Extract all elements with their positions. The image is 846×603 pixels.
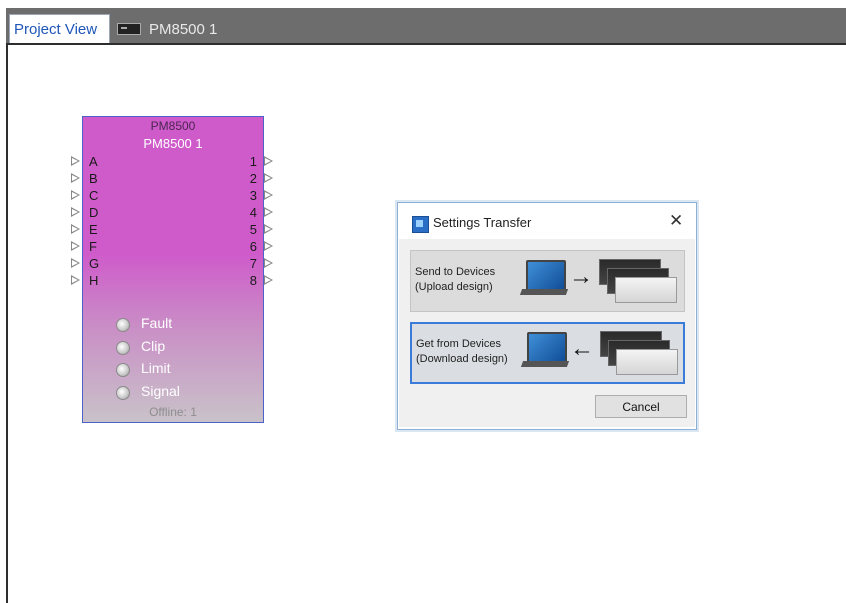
input-port-label: G	[89, 256, 100, 271]
output-port-5-connector[interactable]	[264, 224, 273, 234]
input-port-d-connector[interactable]	[71, 207, 80, 217]
input-port-a-connector[interactable]	[71, 156, 80, 166]
input-port-e-connector[interactable]	[71, 224, 80, 234]
input-port-label: B	[89, 171, 98, 186]
fault-led-icon	[116, 318, 130, 332]
input-port-h-connector[interactable]	[71, 275, 80, 285]
output-port-label: 6	[249, 239, 257, 254]
right-arrow-icon: →	[569, 263, 593, 290]
output-port-6-connector[interactable]	[264, 241, 273, 251]
tab-pm8500-1[interactable]: PM8500 1	[117, 18, 217, 40]
device-status: Offline: 1	[149, 405, 197, 419]
canvas-left-border	[6, 45, 8, 603]
output-port-2-connector[interactable]	[264, 173, 273, 183]
output-port-label: 8	[249, 273, 257, 288]
output-port-1-connector[interactable]	[264, 156, 273, 166]
device-name: PM8500 1	[143, 136, 203, 151]
input-port-label: A	[89, 154, 98, 169]
tab-strip: Project View PM8500 1	[0, 0, 846, 44]
send-to-devices-button[interactable]: Send to Devices (Upload design) →	[410, 250, 685, 312]
limit-label: Limit	[141, 360, 171, 376]
clip-label: Clip	[141, 338, 166, 354]
output-port-label: 4	[249, 205, 257, 220]
input-port-label: E	[89, 222, 98, 237]
get-from-devices-button[interactable]: Get from Devices (Download design) ←	[410, 322, 685, 384]
laptop-base-icon	[519, 289, 569, 295]
settings-transfer-icon	[412, 216, 429, 233]
dialog-body: Send to Devices (Upload design) → Get fr…	[399, 239, 695, 427]
tab-divider	[6, 43, 846, 45]
device-model: PM8500	[150, 119, 196, 133]
output-port-label: 5	[249, 222, 257, 237]
cancel-button[interactable]: Cancel	[595, 395, 687, 418]
laptop-icon	[526, 260, 566, 291]
output-port-label: 7	[249, 256, 257, 271]
tab-project-view[interactable]: Project View	[9, 14, 110, 44]
output-port-label: 1	[249, 154, 257, 169]
input-port-label: F	[89, 239, 97, 254]
laptop-icon	[527, 332, 567, 363]
signal-led-icon	[116, 386, 130, 400]
limit-led-icon	[116, 363, 130, 377]
input-port-b-connector[interactable]	[71, 173, 80, 183]
tab-pm8500-1-label: PM8500 1	[149, 20, 218, 38]
fault-label: Fault	[141, 315, 173, 331]
close-icon[interactable]: ✕	[669, 211, 683, 231]
input-port-label: D	[89, 205, 99, 220]
left-arrow-icon: ←	[570, 335, 594, 362]
input-port-label: H	[89, 273, 99, 288]
laptop-base-icon	[520, 361, 570, 367]
output-port-4-connector[interactable]	[264, 207, 273, 217]
input-port-c-connector[interactable]	[71, 190, 80, 200]
input-port-f-connector[interactable]	[71, 241, 80, 251]
settings-transfer-dialog: Settings Transfer ✕ Send to Devices (Upl…	[397, 202, 697, 430]
input-port-label: C	[89, 188, 99, 203]
input-port-g-connector[interactable]	[71, 258, 80, 268]
output-port-label: 2	[249, 171, 257, 186]
signal-label: Signal	[141, 383, 180, 399]
tab-project-view-label: Project View	[14, 21, 98, 38]
device-stack-icon	[616, 349, 678, 375]
get-label-line1: Get from Devices	[416, 338, 501, 350]
clip-led-icon	[116, 341, 130, 355]
device-block[interactable]: PM8500 PM8500 1 A B C D E F G H 1 2 3 4 …	[82, 116, 264, 423]
output-port-3-connector[interactable]	[264, 190, 273, 200]
output-port-7-connector[interactable]	[264, 258, 273, 268]
output-port-8-connector[interactable]	[264, 275, 273, 285]
output-port-label: 3	[249, 188, 257, 203]
device-icon	[117, 23, 141, 35]
device-stack-icon	[615, 277, 677, 303]
dialog-title: Settings Transfer	[433, 215, 532, 230]
send-label-line1: Send to Devices	[415, 266, 496, 278]
send-label-line2: (Upload design)	[415, 281, 493, 293]
get-label-line2: (Download design)	[416, 353, 508, 365]
